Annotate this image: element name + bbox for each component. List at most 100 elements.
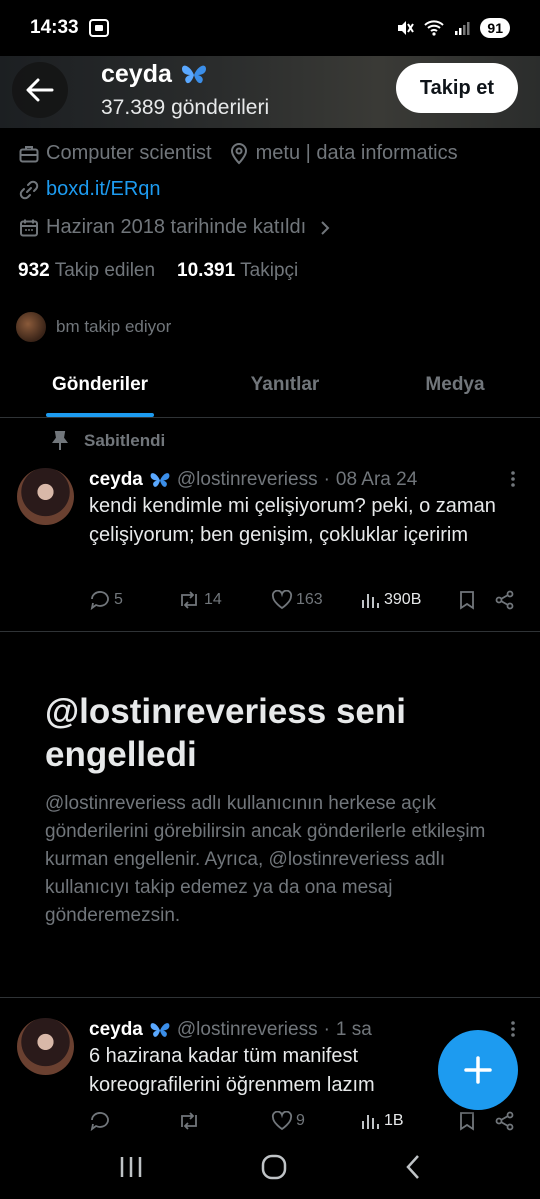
followers-count: 10.391	[177, 260, 236, 281]
location-text: metu | data informatics	[255, 142, 458, 164]
views-button[interactable]: 1B	[361, 1112, 459, 1130]
butterfly-icon	[150, 1022, 170, 1037]
like-button[interactable]: 9	[271, 1111, 361, 1131]
followers-label: Takipçi	[240, 260, 299, 281]
repost-count: 14	[204, 591, 222, 608]
post-avatar[interactable]	[17, 1018, 74, 1075]
reply-icon	[90, 591, 109, 610]
compose-button[interactable]	[438, 1030, 518, 1110]
occupation-text: Computer scientist	[46, 142, 212, 164]
follower-avatar	[14, 310, 48, 344]
back-button[interactable]	[12, 62, 68, 118]
views-button[interactable]: 390B	[361, 591, 459, 609]
status-bar: 14:33 91	[0, 0, 540, 56]
home-icon[interactable]	[261, 1154, 287, 1180]
calendar-icon	[18, 217, 40, 239]
blocked-description: @lostinreveriess adlı kullanıcının herke…	[45, 793, 486, 926]
arrow-left-icon	[26, 78, 54, 102]
location-pin-icon	[228, 142, 250, 165]
post-text: 6 hazirana kadar tüm manifest koreografi…	[89, 1045, 375, 1096]
more-options-icon[interactable]	[510, 470, 516, 492]
like-count: 9	[296, 1112, 305, 1129]
joined-row[interactable]: Haziran 2018 tarihinde katıldı	[18, 216, 342, 239]
header-name: ceyda	[101, 60, 208, 89]
share-button[interactable]	[495, 590, 515, 610]
reply-button[interactable]: 5	[89, 590, 177, 610]
like-button[interactable]: 163	[271, 590, 361, 610]
wifi-icon	[424, 20, 445, 36]
share-button[interactable]	[495, 1111, 515, 1131]
butterfly-icon	[150, 472, 170, 487]
following-stat[interactable]: 932 Takip edilen	[18, 260, 155, 282]
butterfly-icon	[181, 65, 206, 83]
repost-button[interactable]: 14	[177, 591, 271, 609]
repost-button[interactable]	[177, 1112, 271, 1130]
joined-text: Haziran 2018 tarihinde katıldı	[46, 216, 307, 238]
screen-record-icon	[88, 19, 109, 37]
tab-media[interactable]: Medya	[370, 358, 540, 417]
post-separator: ·	[323, 469, 330, 490]
post-actions: 5 14 163 390B	[89, 590, 519, 610]
divider	[0, 631, 540, 632]
share-icon	[495, 1111, 514, 1131]
repost-icon	[181, 591, 197, 609]
following-count: 932	[18, 260, 50, 281]
post-avatar[interactable]	[17, 468, 74, 525]
post-pinned[interactable]: ceyda @lostinreveriess · 08 Ara 24 kendi…	[0, 462, 540, 632]
reply-button[interactable]	[89, 1111, 177, 1131]
post-time: 1 sa	[335, 1019, 372, 1040]
profile-link[interactable]: boxd.it/ERqn	[46, 178, 161, 201]
follow-stats: 932 Takip edilen 10.391 Takipçi	[18, 260, 298, 282]
more-options-icon[interactable]	[510, 1020, 516, 1042]
post-separator: ·	[323, 1019, 330, 1040]
briefcase-icon	[18, 143, 40, 165]
reply-count: 5	[114, 591, 123, 608]
bookmark-button[interactable]	[459, 590, 495, 610]
header-post-count: 37.389 gönderileri	[101, 96, 270, 119]
profile-tabs: Gönderiler Yanıtlar Medya	[0, 358, 540, 418]
tab-posts[interactable]: Gönderiler	[0, 358, 200, 417]
followed-by[interactable]: bm takip ediyor	[14, 310, 171, 344]
heart-icon	[271, 590, 293, 610]
bookmark-button[interactable]	[459, 1111, 495, 1131]
signal-icon	[455, 22, 470, 35]
pinned-label: Sabitlendi	[52, 431, 165, 451]
pinned-text: Sabitlendi	[84, 431, 166, 450]
chevron-right-icon	[314, 217, 336, 239]
status-icons: 91	[396, 18, 510, 38]
bookmark-icon	[460, 591, 474, 610]
post-author-name: ceyda	[89, 1019, 143, 1040]
tab-replies[interactable]: Yanıtlar	[200, 358, 370, 417]
post-handle: @lostinreveriess	[176, 469, 318, 490]
views-count: 1B	[384, 1112, 404, 1129]
views-count: 390B	[384, 591, 422, 608]
plus-icon	[464, 1056, 492, 1084]
heart-icon	[271, 1111, 293, 1131]
mute-icon	[398, 21, 415, 35]
follow-button[interactable]: Takip et	[395, 63, 518, 113]
post-header: ceyda @lostinreveriess · 1 sa	[89, 1019, 372, 1041]
profile-link-row: boxd.it/ERqn	[18, 178, 161, 201]
share-icon	[495, 590, 514, 610]
post-author-name: ceyda	[89, 469, 143, 490]
blocked-title: @lostinreveriess seni engelledi	[45, 692, 406, 774]
bookmark-icon	[460, 1112, 474, 1131]
header-name-text: ceyda	[101, 60, 172, 88]
profile-info-row: Computer scientist metu | data informati…	[18, 142, 458, 165]
post-time: 08 Ara 24	[335, 469, 418, 490]
post-text: kendi kendimle mi çelişiyorum? peki, o z…	[89, 495, 496, 546]
profile-header: ceyda 37.389 gönderileri Takip et	[0, 50, 540, 128]
followers-stat[interactable]: 10.391 Takipçi	[177, 260, 298, 282]
following-label: Takip edilen	[54, 260, 156, 281]
post-actions: 9 1B	[89, 1111, 519, 1131]
followed-by-text: bm takip ediyor	[56, 317, 172, 336]
battery-indicator: 91	[480, 18, 510, 38]
divider	[0, 997, 540, 998]
post-handle: @lostinreveriess	[176, 1019, 318, 1040]
pin-icon	[52, 431, 68, 450]
recent-apps-icon[interactable]	[118, 1155, 144, 1179]
status-time: 14:33	[30, 17, 79, 38]
post-header: ceyda @lostinreveriess · 08 Ara 24	[89, 469, 417, 491]
link-icon	[18, 179, 40, 201]
back-nav-icon[interactable]	[404, 1154, 422, 1180]
